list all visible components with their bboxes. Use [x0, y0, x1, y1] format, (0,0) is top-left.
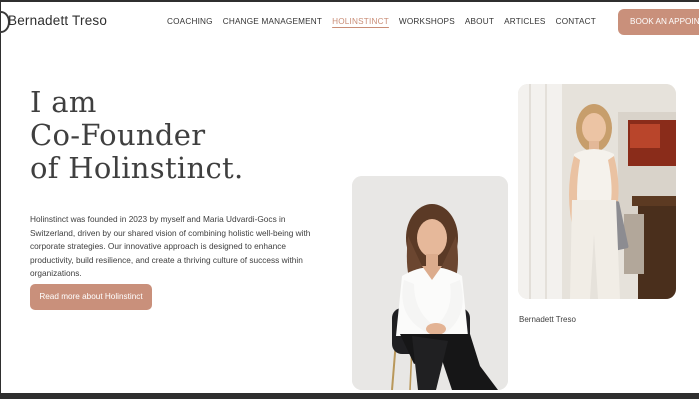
brand-name[interactable]: Bernadett Treso	[8, 13, 107, 28]
main-nav: COACHING CHANGE MANAGEMENT HOLINSTINCT W…	[167, 17, 596, 26]
nav-item-about[interactable]: ABOUT	[465, 17, 494, 26]
site-header: Bernadett Treso COACHING CHANGE MANAGEME…	[0, 2, 699, 42]
portrait-photo-seated	[352, 176, 508, 390]
nav-item-holinstinct[interactable]: HOLINSTINCT	[332, 17, 389, 26]
portrait-photo-standing	[518, 84, 676, 299]
nav-item-articles[interactable]: ARTICLES	[504, 17, 546, 26]
nav-item-change-management[interactable]: CHANGE MANAGEMENT	[223, 17, 322, 26]
photo-caption: Bernadett Treso	[519, 315, 576, 324]
nav-item-contact[interactable]: CONTACT	[556, 17, 596, 26]
read-more-button[interactable]: Read more about Holinstinct	[30, 284, 152, 310]
nav-item-coaching[interactable]: COACHING	[167, 17, 213, 26]
book-appointment-button[interactable]: BOOK AN APPOINTM	[618, 9, 699, 35]
hero-title-line: of Holinstinct.	[30, 151, 244, 185]
window-left-border	[0, 0, 1, 399]
hero-title: I am Co-Founder of Holinstinct.	[30, 86, 244, 185]
hero-title-line: I am	[30, 85, 97, 119]
hero-title-line: Co-Founder	[30, 118, 206, 152]
hero-description: Holinstinct was founded in 2023 by mysel…	[30, 214, 311, 278]
nav-item-workshops[interactable]: WORKSHOPS	[399, 17, 455, 26]
standing-woman-illustration	[518, 84, 676, 299]
seated-woman-illustration	[352, 176, 508, 390]
window-bottom-border	[0, 393, 699, 399]
